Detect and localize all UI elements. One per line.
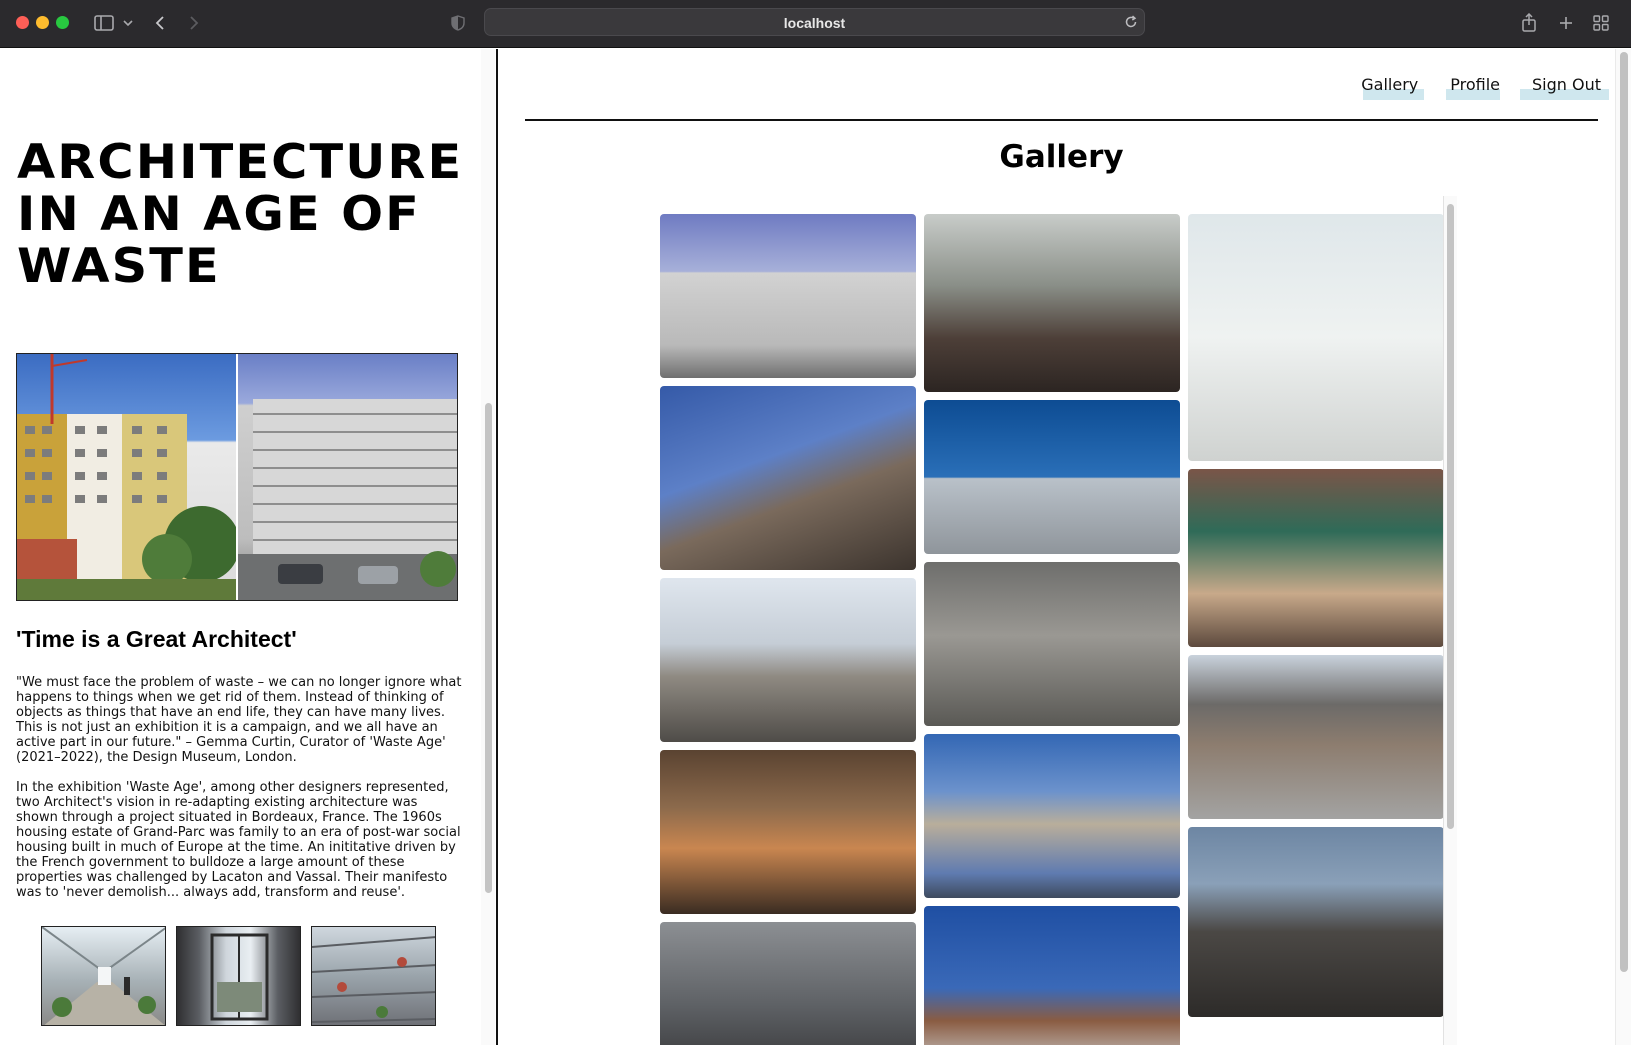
zoom-window-button[interactable] [56,16,69,29]
browser-toolbar: localhost [0,0,1631,48]
cantilever-block-photo[interactable] [924,400,1180,554]
quote-paragraph: "We must face the problem of waste – we … [16,675,462,765]
back-arrow-icon[interactable] [152,10,168,36]
concrete-hall-photo[interactable] [924,562,1180,726]
brutalist-arches-photo[interactable] [924,734,1180,898]
sidebar-toggle-icon[interactable] [92,10,116,36]
new-tab-icon[interactable] [1557,10,1575,36]
address-text: localhost [783,15,846,31]
green-market-hall-photo[interactable] [1188,469,1444,647]
stone-ruin-church-photo[interactable] [1188,827,1444,1017]
address-bar[interactable]: localhost [484,8,1145,36]
nav-divider [525,119,1598,121]
gallery-column-1 [660,214,916,1045]
window-scrollbar-thumb[interactable] [1620,52,1628,972]
barbican-tower-photo[interactable] [660,386,916,570]
nav-profile-link[interactable]: Profile [1446,75,1502,100]
gallery-pane: Gallery Profile Sign Out Gallery [498,49,1631,1045]
title-line-2: IN AN AGE OF [17,187,421,242]
thumbnail-sliding-door[interactable] [176,926,301,1026]
forward-arrow-icon[interactable] [186,10,202,36]
chevron-down-icon[interactable] [122,10,134,36]
silo-building-photo[interactable] [660,578,916,742]
page-title: ARCHITECTURE IN AN AGE OF WASTE [17,137,480,293]
timber-roof-interior-photo[interactable] [660,750,916,914]
section-heading: 'Time is a Great Architect' [16,626,297,652]
coal-drops-yard-photo[interactable] [1188,655,1444,819]
title-line-3: WASTE [17,239,221,294]
gallery-title: Gallery [999,139,1124,175]
nav-profile-label: Profile [1450,75,1500,94]
nav-gallery-label: Gallery [1361,75,1419,94]
minimize-window-button[interactable] [36,16,49,29]
after-housing-photo [236,354,457,600]
tab-overview-icon[interactable] [1592,10,1610,36]
before-housing-photo [17,354,237,600]
nav-sign-out-link[interactable]: Sign Out [1520,75,1609,100]
privacy-shield-icon[interactable] [450,10,466,36]
gallery-column-2 [924,214,1180,1045]
thumbnail-winter-garden[interactable] [41,926,166,1026]
title-line-1: ARCHITECTURE [17,135,464,190]
reload-icon[interactable] [1124,15,1138,34]
article-scrollbar-thumb[interactable] [485,403,492,893]
exhibition-paragraph: In the exhibition 'Waste Age', among oth… [16,780,461,900]
hero-image [16,353,458,601]
nav-sign-out-label: Sign Out [1532,75,1601,94]
arched-window-restaurant-photo[interactable] [924,214,1180,392]
housing-block-photo[interactable] [660,214,916,378]
close-window-button[interactable] [16,16,29,29]
industrial-site-photo[interactable] [660,922,916,1045]
gallery-scrollbar-thumb[interactable] [1447,204,1454,829]
thumbnail-strip [41,926,436,1026]
share-icon[interactable] [1520,10,1538,36]
gallery-column-3 [1188,214,1444,1025]
glass-pavilion-photo[interactable] [1188,214,1444,461]
tower-top-photo[interactable] [924,906,1180,1045]
gallery-grid [660,196,1446,1045]
top-nav: Gallery Profile Sign Out [1331,75,1609,100]
nav-gallery-link[interactable]: Gallery [1359,75,1425,100]
thumbnail-balconies[interactable] [311,926,436,1026]
